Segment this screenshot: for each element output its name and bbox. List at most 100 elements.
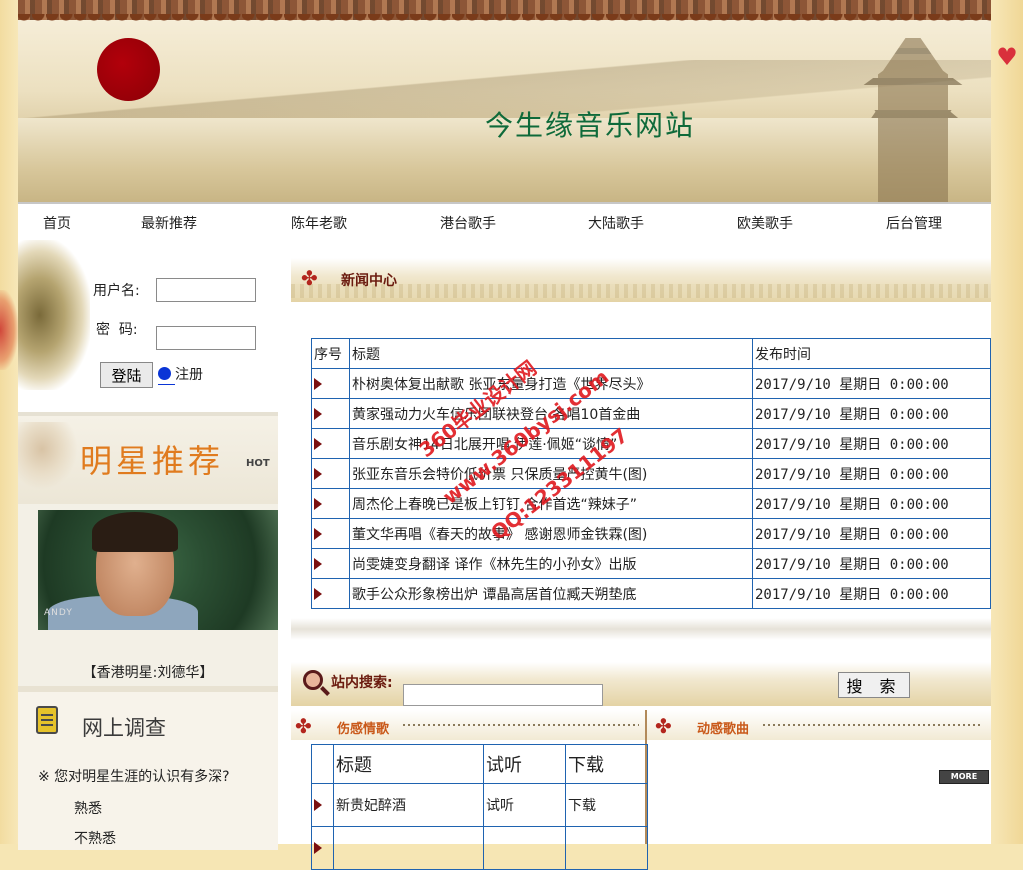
table-row: 张亚东音乐会特价低价票 只保质量严控黄牛(图) 2017/9/10 星期日 0:0… bbox=[311, 458, 991, 489]
nav-hk-tw-singers[interactable]: 港台歌手 bbox=[440, 213, 496, 233]
sun-icon bbox=[97, 38, 160, 101]
nav-latest[interactable]: 最新推荐 bbox=[141, 213, 197, 233]
survey-option[interactable]: 不熟悉 bbox=[74, 828, 116, 848]
download-link[interactable]: 下载 bbox=[565, 783, 648, 827]
news-date: 2017/9/10 星期日 0:00:00 bbox=[752, 428, 991, 459]
row-marker bbox=[311, 398, 350, 429]
survey-option[interactable]: 熟悉 bbox=[74, 798, 102, 818]
star-header: 明星推荐 HOT bbox=[18, 416, 278, 504]
banner-torn-edge-lower bbox=[18, 14, 991, 26]
news-link[interactable]: 董文华再唱《春天的故事》 感谢恩师金铁霖(图) bbox=[349, 518, 753, 549]
register-dot-icon bbox=[158, 367, 171, 380]
row-marker bbox=[311, 578, 350, 609]
download-link[interactable] bbox=[565, 826, 648, 870]
table-row: 尚雯婕变身翻译 译作《林先生的小孙女》出版 2017/9/10 星期日 0:00:… bbox=[311, 548, 991, 579]
news-link[interactable]: 黄家强动力火车信乐团联袂登台 各唱10首金曲 bbox=[349, 398, 753, 429]
nav-western-singers[interactable]: 欧美歌手 bbox=[737, 213, 793, 233]
register-label: 注册 bbox=[175, 367, 203, 383]
plant-decoration bbox=[18, 240, 90, 390]
news-link[interactable]: 尚雯婕变身翻译 译作《林先生的小孙女》出版 bbox=[349, 548, 753, 579]
table-row: 歌手公众形象榜出炉 谭晶高居首位臧天朔垫底 2017/9/10 星期日 0:00:… bbox=[311, 578, 991, 609]
news-date: 2017/9/10 星期日 0:00:00 bbox=[752, 368, 991, 399]
news-table: 序号 标题 发布时间 朴树奥体复出献歌 张亚东量身打造《世界尽头》 2017/9/… bbox=[311, 338, 991, 609]
search-button[interactable]: 搜 索 bbox=[838, 672, 910, 698]
news-date: 2017/9/10 星期日 0:00:00 bbox=[752, 578, 991, 609]
star-caption: 【香港明星:刘德华】 bbox=[82, 665, 214, 681]
survey-panel: 网上调查 ※ 您对明星生涯的认识有多深? 熟悉 不熟悉 bbox=[18, 686, 278, 850]
username-field[interactable] bbox=[156, 278, 256, 302]
more-button[interactable]: MORE bbox=[939, 770, 989, 784]
register-link[interactable]: 注册 bbox=[158, 364, 203, 385]
magnifier-icon bbox=[303, 670, 323, 690]
arrow-right-icon bbox=[314, 467, 322, 480]
news-link[interactable]: 周杰伦上春晚已是板上钉钉 合作首选“辣妹子” bbox=[349, 488, 753, 519]
arrow-right-icon bbox=[314, 799, 322, 811]
table-row: 黄家强动力火车信乐团联袂登台 各唱10首金曲 2017/9/10 星期日 0:00… bbox=[311, 398, 991, 429]
row-marker bbox=[311, 368, 350, 399]
nav-admin[interactable]: 后台管理 bbox=[886, 213, 942, 233]
dotted-rule bbox=[763, 724, 983, 726]
news-link[interactable]: 朴树奥体复出献歌 张亚东量身打造《世界尽头》 bbox=[349, 368, 753, 399]
news-date: 2017/9/10 星期日 0:00:00 bbox=[752, 488, 991, 519]
password-field[interactable] bbox=[156, 326, 256, 350]
news-title: 新闻中心 bbox=[341, 273, 397, 289]
news-link[interactable]: 歌手公众形象榜出炉 谭晶高居首位臧天朔垫底 bbox=[349, 578, 753, 609]
row-marker bbox=[311, 518, 350, 549]
column-header: 序号 bbox=[311, 338, 350, 369]
listen-link[interactable]: 试听 bbox=[483, 783, 566, 827]
main-column: ✤ 新闻中心 序号 标题 发布时间 朴树奥体复出献歌 张亚东量身打造《世界尽头》… bbox=[291, 240, 991, 870]
table-row: 朴树奥体复出献歌 张亚东量身打造《世界尽头》 2017/9/10 星期日 0:00… bbox=[311, 368, 991, 399]
table-row bbox=[311, 826, 648, 870]
dynamic-songs-header: ✤ 动感歌曲 bbox=[647, 710, 991, 740]
page-background-right bbox=[991, 0, 1023, 844]
page-wrapper: 今生缘音乐网站 首页 最新推荐 陈年老歌 港台歌手 大陆歌手 欧美歌手 后台管理… bbox=[18, 0, 991, 870]
ink-splash-decoration bbox=[18, 422, 78, 490]
survey-question: ※ 您对明星生涯的认识有多深? bbox=[38, 769, 230, 785]
row-marker bbox=[311, 826, 334, 870]
login-button[interactable]: 登陆 bbox=[100, 362, 153, 388]
star-photo[interactable]: ANDY bbox=[38, 510, 286, 630]
column-header bbox=[311, 744, 334, 784]
sad-songs-header: ✤ 伤感情歌 bbox=[291, 710, 645, 740]
login-panel: 用户名: 密 码: 登陆 注册 bbox=[18, 240, 278, 412]
row-marker bbox=[311, 458, 350, 489]
news-date: 2017/9/10 星期日 0:00:00 bbox=[752, 518, 991, 549]
news-link[interactable]: 张亚东音乐会特价低价票 只保质量严控黄牛(图) bbox=[349, 458, 753, 489]
search-label: 站内搜索: bbox=[331, 675, 393, 691]
photo-tag: ANDY bbox=[44, 608, 73, 618]
news-header: ✤ 新闻中心 bbox=[291, 258, 991, 302]
news-date: 2017/9/10 星期日 0:00:00 bbox=[752, 398, 991, 429]
site-title: 今生缘音乐网站 bbox=[485, 109, 696, 142]
news-link[interactable]: 音乐剧女神14日北展开唱 伊莲·佩姬“谈情” bbox=[349, 428, 753, 459]
row-marker bbox=[311, 488, 350, 519]
listen-link[interactable] bbox=[483, 826, 566, 870]
nav-mainland-singers[interactable]: 大陆歌手 bbox=[588, 213, 644, 233]
arrow-right-icon bbox=[314, 587, 322, 600]
dotted-rule bbox=[403, 724, 639, 726]
clipboard-icon bbox=[36, 706, 58, 734]
table-row: 周杰伦上春晚已是板上钉钉 合作首选“辣妹子” 2017/9/10 星期日 0:00… bbox=[311, 488, 991, 519]
nav-oldies[interactable]: 陈年老歌 bbox=[291, 213, 347, 233]
song-table-header: 标题 试听 下载 bbox=[311, 744, 648, 784]
row-marker bbox=[311, 428, 350, 459]
arrow-right-icon bbox=[314, 377, 322, 390]
star-recommend-panel: 明星推荐 HOT ANDY 【香港明星:刘德华】 bbox=[18, 412, 286, 690]
dragon-icon: ✤ bbox=[301, 266, 318, 290]
star-title: 明星推荐 bbox=[80, 442, 225, 480]
site-banner: 今生缘音乐网站 bbox=[18, 0, 991, 202]
left-column: 用户名: 密 码: 登陆 注册 明星推荐 HOT ANDY 【香港明星:刘德华】 bbox=[18, 240, 286, 850]
arrow-right-icon bbox=[314, 407, 322, 420]
song-title[interactable] bbox=[333, 826, 484, 870]
search-input[interactable] bbox=[403, 684, 603, 706]
nav-home[interactable]: 首页 bbox=[43, 213, 71, 233]
arrow-right-icon bbox=[314, 437, 322, 450]
site-search-bar: 站内搜索: 搜 索 bbox=[291, 662, 991, 706]
song-title[interactable]: 新贵妃醉酒 bbox=[333, 783, 484, 827]
column-header: 标题 bbox=[349, 338, 753, 369]
apple-decoration bbox=[0, 290, 18, 370]
dragon-icon: ✤ bbox=[655, 714, 672, 738]
arrow-right-icon bbox=[314, 557, 322, 570]
table-row: 新贵妃醉酒 试听 下载 bbox=[311, 783, 648, 827]
row-marker bbox=[311, 783, 334, 827]
hot-badge: HOT bbox=[246, 458, 270, 469]
